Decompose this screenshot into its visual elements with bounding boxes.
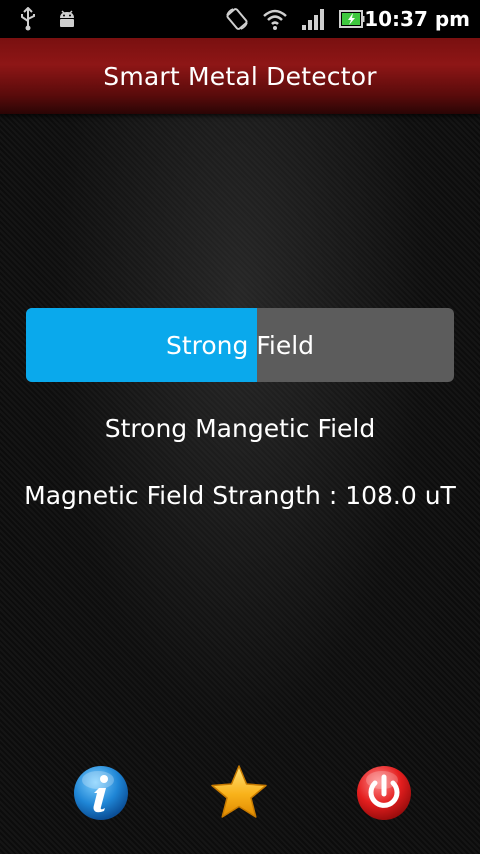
star-icon xyxy=(209,764,269,826)
signal-icon xyxy=(300,6,326,32)
wifi-icon xyxy=(262,6,288,32)
android-debug-icon xyxy=(55,6,79,32)
status-bar: 10:37 pm xyxy=(0,0,480,38)
usb-icon xyxy=(18,6,38,32)
field-strength-bar: Strong Field xyxy=(26,308,454,382)
title-bar: Smart Metal Detector xyxy=(0,38,480,114)
info-button[interactable] xyxy=(72,766,130,824)
favorite-button[interactable] xyxy=(209,764,269,826)
field-strength-readout: Magnetic Field Strangth : 108.0 uT xyxy=(24,481,456,510)
power-icon xyxy=(355,764,413,826)
battery-charging-icon xyxy=(339,6,365,32)
status-time: 10:37 pm xyxy=(364,7,470,31)
field-status-text: Strong Mangetic Field xyxy=(104,414,376,443)
info-icon xyxy=(72,764,130,826)
field-strength-label: Strong Field xyxy=(165,330,315,360)
app-title: Smart Metal Detector xyxy=(103,61,377,91)
app-screen: 10:37 pm Smart Metal Detector Strong Fie… xyxy=(0,0,480,854)
exit-button[interactable] xyxy=(355,766,413,824)
auto-rotate-icon xyxy=(224,6,250,32)
